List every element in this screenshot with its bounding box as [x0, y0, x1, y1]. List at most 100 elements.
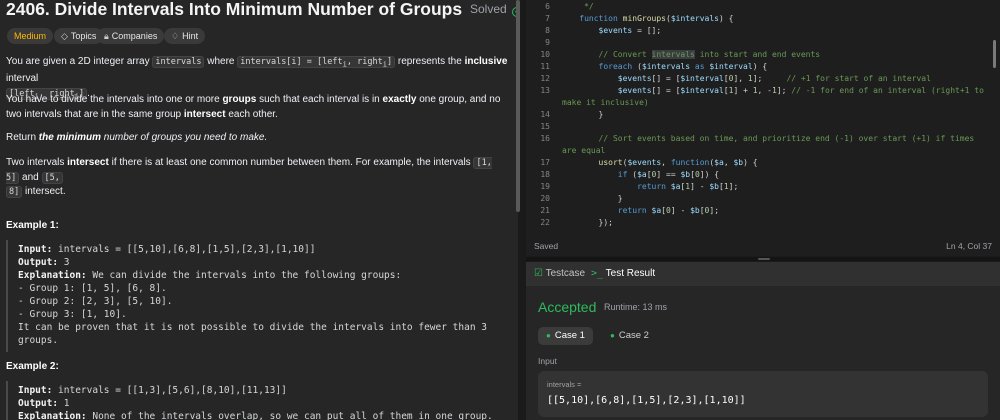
- case-2-tab[interactable]: ● Case 2: [602, 327, 657, 345]
- code-token: // +1 for start of an interval: [786, 74, 931, 83]
- problem-title: 2406. Divide Intervals Into Minimum Numb…: [6, 0, 463, 19]
- tab-testcase[interactable]: ☑ Testcase: [534, 268, 585, 279]
- code-token: ] +: [733, 86, 753, 95]
- code-token: ) {: [752, 62, 768, 71]
- case-label: Case 2: [618, 330, 649, 341]
- splitter-grip[interactable]: [758, 258, 770, 260]
- companies-chip[interactable]: 🔒︎ Companies: [97, 28, 165, 44]
- case-1-tab[interactable]: ● Case 1: [538, 327, 593, 345]
- code-token: $a: [651, 206, 662, 215]
- text: , right: [346, 57, 383, 67]
- testcase-icon: ☑: [534, 268, 543, 279]
- editor-scrollbar[interactable]: [993, 40, 996, 68]
- text: It can be proven that it is not possible…: [18, 322, 487, 333]
- code-line[interactable]: function minGroups($intervals) {: [560, 14, 733, 23]
- bulb-icon: ♢: [171, 31, 180, 41]
- code-line[interactable]: if ($a[0] == $b[0]) {: [560, 170, 719, 179]
- code-line[interactable]: are equal: [562, 146, 605, 155]
- code-line[interactable]: });: [560, 218, 613, 227]
- input-label: Input: [538, 356, 557, 366]
- code-line[interactable]: $events[] = [$interval[0], 1]; // +1 for…: [560, 74, 931, 83]
- text: number of groups you need to make.: [101, 132, 268, 143]
- description-paragraph-3: Return the minimum number of groups you …: [6, 131, 510, 146]
- text: Input:: [18, 385, 53, 396]
- test-result-panel: ☑ Testcase >_ Test Result Accepted Runti…: [526, 262, 1000, 420]
- line-number: 17: [540, 158, 550, 167]
- code-token: if: [560, 170, 633, 179]
- line-number: 14: [540, 110, 550, 119]
- code-token: into start and end events: [694, 50, 821, 59]
- code-editor[interactable]: 6 */7 function minGroups($intervals) {8 …: [526, 0, 1000, 256]
- code-token: $b: [690, 206, 700, 215]
- example-2-block: Input: intervals = [[1,3],[5,6],[8,10],[…: [18, 384, 508, 420]
- code-token: $intervals: [641, 62, 691, 71]
- code-token: ] -: [690, 182, 710, 191]
- code-token: return: [560, 206, 652, 215]
- code-token: $events: [560, 74, 652, 83]
- code-line[interactable]: $events[] = [$interval[1] + 1, -1]; // -…: [560, 86, 984, 95]
- line-number: 10: [540, 50, 550, 59]
- code-token: as: [690, 62, 710, 71]
- line-number: 12: [540, 74, 550, 83]
- code-line[interactable]: $events = [];: [560, 26, 662, 35]
- description-scrollbar[interactable]: [516, 0, 520, 212]
- text: We can divide the intervals into the fol…: [86, 270, 402, 281]
- text: Return: [6, 132, 39, 143]
- code-token: [] = [: [651, 74, 681, 83]
- code-token: $b: [733, 158, 744, 167]
- code-line[interactable]: return $a[1] - $b[1];: [560, 182, 738, 191]
- code-line[interactable]: // Sort events based on time, and priori…: [560, 134, 975, 143]
- code-token: return: [560, 182, 671, 191]
- code-line[interactable]: usort($events, function($a, $b) {: [560, 158, 758, 167]
- text: None of the intervals overlap, so we can…: [86, 411, 493, 420]
- line-number: 21: [540, 206, 550, 215]
- code-intervals: intervals: [152, 56, 205, 68]
- code-line[interactable]: }: [560, 110, 604, 119]
- saved-status: Saved: [534, 241, 559, 251]
- code-token: , -: [757, 86, 772, 95]
- example-1-block: Input: intervals = [[5,10],[6,8],[1,5],[…: [18, 243, 508, 347]
- code-token: });: [560, 218, 613, 227]
- text: intervals[i] = [left: [240, 57, 343, 67]
- text: and: [19, 171, 42, 183]
- pass-dot-icon: ●: [610, 331, 615, 340]
- code-line[interactable]: return $a[0] - $b[0];: [560, 206, 719, 215]
- text: Output:: [18, 398, 59, 409]
- panel-splitter[interactable]: [526, 257, 1000, 261]
- hint-label: Hint: [182, 31, 199, 41]
- code-token: // Sort events based on time, and priori…: [560, 134, 975, 143]
- text: represents the: [395, 56, 465, 67]
- lock-icon: 🔒︎: [104, 31, 109, 41]
- code-token: ];: [776, 86, 792, 95]
- text: - Group 1: [1, 5], [6, 8].: [18, 283, 167, 294]
- difficulty-badge: Medium: [7, 28, 54, 44]
- code-line[interactable]: // Convert intervals into start and end …: [560, 50, 820, 59]
- code-interval: 8]: [6, 186, 23, 198]
- code-token: minGroups: [622, 14, 666, 23]
- text: Explanation:: [18, 411, 87, 420]
- code-token: ];: [709, 206, 720, 215]
- solved-status: Solved ✓: [470, 2, 518, 17]
- text: ]: [386, 57, 393, 67]
- code-token: // -1 for end of an interval (right+1 to: [791, 86, 984, 95]
- code-token: }: [560, 194, 623, 203]
- code-line[interactable]: make it inclusive): [562, 98, 649, 107]
- code-line[interactable]: */: [560, 2, 594, 11]
- code-line[interactable]: foreach ($intervals as $interval) {: [560, 62, 768, 71]
- code-token: ];: [728, 182, 739, 191]
- code-token: $a: [637, 170, 647, 179]
- code-token: ];: [752, 74, 787, 83]
- tab-test-result[interactable]: >_ Test Result: [591, 268, 655, 279]
- description-paragraph-2: You have to divide the intervals into on…: [6, 93, 510, 122]
- variable-value: [[5,10],[6,8],[1,5],[2,3],[1,10]]: [547, 395, 746, 406]
- text: intersect.: [22, 186, 66, 197]
- tag-icon: ◇: [61, 31, 68, 41]
- code-token: $intervals: [670, 14, 719, 23]
- runtime-text: Runtime: 13 ms: [604, 302, 668, 312]
- code-token: $interval: [680, 86, 724, 95]
- code-line[interactable]: }: [560, 194, 623, 203]
- text: interval: [6, 73, 39, 85]
- code-token: function: [560, 14, 623, 23]
- line-number: 7: [545, 14, 550, 23]
- hint-chip[interactable]: ♢ Hint: [164, 28, 206, 44]
